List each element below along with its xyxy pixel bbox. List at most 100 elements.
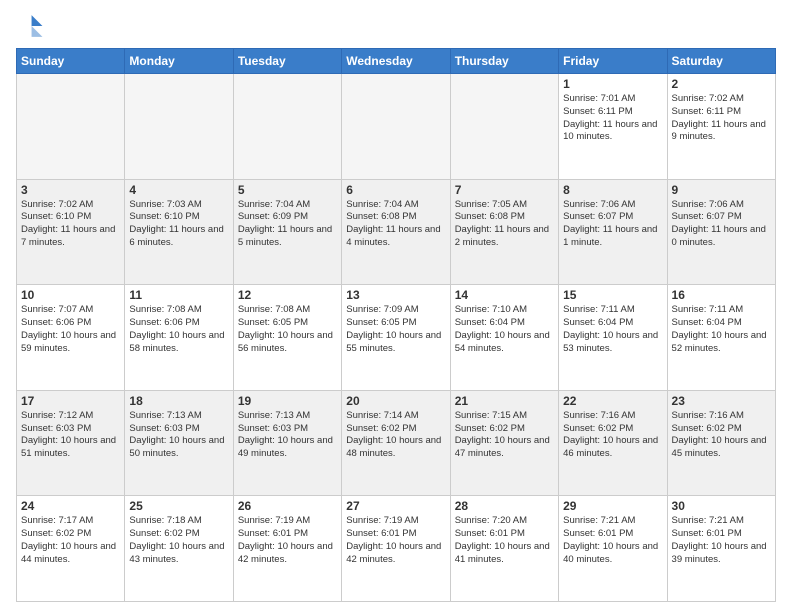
cell-info: Sunrise: 7:03 AMSunset: 6:10 PMDaylight:… [129,199,228,250]
calendar-week-2: 3 Sunrise: 7:02 AMSunset: 6:10 PMDaylight… [17,179,776,285]
day-number: 26 [238,499,337,513]
cell-info: Sunrise: 7:18 AMSunset: 6:02 PMDaylight:… [129,515,228,566]
cell-info: Sunrise: 7:17 AMSunset: 6:02 PMDaylight:… [21,515,120,566]
day-number: 8 [563,183,662,197]
day-number: 19 [238,394,337,408]
calendar-cell: 13 Sunrise: 7:09 AMSunset: 6:05 PMDayligh… [342,285,450,391]
calendar-cell: 29 Sunrise: 7:21 AMSunset: 6:01 PMDayligh… [559,496,667,602]
day-number: 6 [346,183,445,197]
day-number: 25 [129,499,228,513]
calendar-cell: 24 Sunrise: 7:17 AMSunset: 6:02 PMDayligh… [17,496,125,602]
cell-info: Sunrise: 7:14 AMSunset: 6:02 PMDaylight:… [346,410,445,461]
calendar-cell: 4 Sunrise: 7:03 AMSunset: 6:10 PMDaylight… [125,179,233,285]
cell-info: Sunrise: 7:11 AMSunset: 6:04 PMDaylight:… [563,304,662,355]
day-number: 12 [238,288,337,302]
calendar-week-5: 24 Sunrise: 7:17 AMSunset: 6:02 PMDayligh… [17,496,776,602]
cell-info: Sunrise: 7:13 AMSunset: 6:03 PMDaylight:… [238,410,337,461]
cell-info: Sunrise: 7:10 AMSunset: 6:04 PMDaylight:… [455,304,554,355]
cell-info: Sunrise: 7:13 AMSunset: 6:03 PMDaylight:… [129,410,228,461]
calendar-cell: 28Sunrise: 7:20 AMSunset: 6:01 PMDayligh… [450,496,558,602]
day-number: 14 [455,288,554,302]
calendar-cell: 12 Sunrise: 7:08 AMSunset: 6:05 PMDayligh… [233,285,341,391]
weekday-header-tuesday: Tuesday [233,49,341,74]
calendar-cell [17,74,125,180]
logo-icon [16,12,44,40]
day-number: 24 [21,499,120,513]
calendar-cell: 1 Sunrise: 7:01 AMSunset: 6:11 PMDaylight… [559,74,667,180]
weekday-header-monday: Monday [125,49,233,74]
calendar-cell: 30 Sunrise: 7:21 AMSunset: 6:01 PMDayligh… [667,496,775,602]
cell-info: Sunrise: 7:21 AMSunset: 6:01 PMDaylight:… [672,515,771,566]
day-number: 13 [346,288,445,302]
calendar-cell: 11 Sunrise: 7:08 AMSunset: 6:06 PMDayligh… [125,285,233,391]
calendar-cell: 5 Sunrise: 7:04 AMSunset: 6:09 PMDaylight… [233,179,341,285]
page: SundayMondayTuesdayWednesdayThursdayFrid… [0,0,792,612]
weekday-header-wednesday: Wednesday [342,49,450,74]
day-number: 9 [672,183,771,197]
weekday-header-sunday: Sunday [17,49,125,74]
header [16,12,776,40]
day-number: 10 [21,288,120,302]
day-number: 21 [455,394,554,408]
calendar-week-3: 10Sunrise: 7:07 AMSunset: 6:06 PMDayligh… [17,285,776,391]
calendar-cell [233,74,341,180]
day-number: 3 [21,183,120,197]
day-number: 23 [672,394,771,408]
calendar-cell: 21 Sunrise: 7:15 AMSunset: 6:02 PMDayligh… [450,390,558,496]
cell-info: Sunrise: 7:06 AMSunset: 6:07 PMDaylight:… [672,199,771,250]
calendar-cell: 7Sunrise: 7:05 AMSunset: 6:08 PMDaylight… [450,179,558,285]
calendar-cell: 17Sunrise: 7:12 AMSunset: 6:03 PMDayligh… [17,390,125,496]
weekday-header-row: SundayMondayTuesdayWednesdayThursdayFrid… [17,49,776,74]
cell-info: Sunrise: 7:02 AMSunset: 6:10 PMDaylight:… [21,199,120,250]
calendar-cell: 14 Sunrise: 7:10 AMSunset: 6:04 PMDayligh… [450,285,558,391]
calendar-cell: 27 Sunrise: 7:19 AMSunset: 6:01 PMDayligh… [342,496,450,602]
cell-info: Sunrise: 7:08 AMSunset: 6:05 PMDaylight:… [238,304,337,355]
calendar-cell: 10Sunrise: 7:07 AMSunset: 6:06 PMDayligh… [17,285,125,391]
day-number: 30 [672,499,771,513]
calendar-cell: 6 Sunrise: 7:04 AMSunset: 6:08 PMDaylight… [342,179,450,285]
calendar-cell: 16 Sunrise: 7:11 AMSunset: 6:04 PMDayligh… [667,285,775,391]
calendar-cell: 15Sunrise: 7:11 AMSunset: 6:04 PMDayligh… [559,285,667,391]
cell-info: Sunrise: 7:21 AMSunset: 6:01 PMDaylight:… [563,515,662,566]
calendar-cell: 3 Sunrise: 7:02 AMSunset: 6:10 PMDaylight… [17,179,125,285]
logo [16,12,48,40]
day-number: 11 [129,288,228,302]
calendar-cell: 8Sunrise: 7:06 AMSunset: 6:07 PMDaylight… [559,179,667,285]
day-number: 20 [346,394,445,408]
cell-info: Sunrise: 7:15 AMSunset: 6:02 PMDaylight:… [455,410,554,461]
cell-info: Sunrise: 7:08 AMSunset: 6:06 PMDaylight:… [129,304,228,355]
calendar-cell [450,74,558,180]
cell-info: Sunrise: 7:19 AMSunset: 6:01 PMDaylight:… [238,515,337,566]
calendar-week-4: 17Sunrise: 7:12 AMSunset: 6:03 PMDayligh… [17,390,776,496]
calendar-cell: 22 Sunrise: 7:16 AMSunset: 6:02 PMDayligh… [559,390,667,496]
cell-info: Sunrise: 7:04 AMSunset: 6:08 PMDaylight:… [346,199,445,250]
calendar-week-1: 1 Sunrise: 7:01 AMSunset: 6:11 PMDaylight… [17,74,776,180]
calendar-cell [125,74,233,180]
cell-info: Sunrise: 7:02 AMSunset: 6:11 PMDaylight:… [672,93,771,144]
day-number: 5 [238,183,337,197]
day-number: 17 [21,394,120,408]
day-number: 28 [455,499,554,513]
calendar-cell: 26 Sunrise: 7:19 AMSunset: 6:01 PMDayligh… [233,496,341,602]
day-number: 27 [346,499,445,513]
calendar-cell [342,74,450,180]
cell-info: Sunrise: 7:11 AMSunset: 6:04 PMDaylight:… [672,304,771,355]
weekday-header-thursday: Thursday [450,49,558,74]
day-number: 22 [563,394,662,408]
day-number: 29 [563,499,662,513]
day-number: 16 [672,288,771,302]
calendar-cell: 20 Sunrise: 7:14 AMSunset: 6:02 PMDayligh… [342,390,450,496]
calendar-cell: 25 Sunrise: 7:18 AMSunset: 6:02 PMDayligh… [125,496,233,602]
weekday-header-friday: Friday [559,49,667,74]
calendar-table: SundayMondayTuesdayWednesdayThursdayFrid… [16,48,776,602]
day-number: 4 [129,183,228,197]
calendar-cell: 9 Sunrise: 7:06 AMSunset: 6:07 PMDaylight… [667,179,775,285]
day-number: 1 [563,77,662,91]
day-number: 7 [455,183,554,197]
weekday-header-saturday: Saturday [667,49,775,74]
cell-info: Sunrise: 7:09 AMSunset: 6:05 PMDaylight:… [346,304,445,355]
cell-info: Sunrise: 7:01 AMSunset: 6:11 PMDaylight:… [563,93,662,144]
cell-info: Sunrise: 7:04 AMSunset: 6:09 PMDaylight:… [238,199,337,250]
cell-info: Sunrise: 7:16 AMSunset: 6:02 PMDaylight:… [563,410,662,461]
cell-info: Sunrise: 7:19 AMSunset: 6:01 PMDaylight:… [346,515,445,566]
